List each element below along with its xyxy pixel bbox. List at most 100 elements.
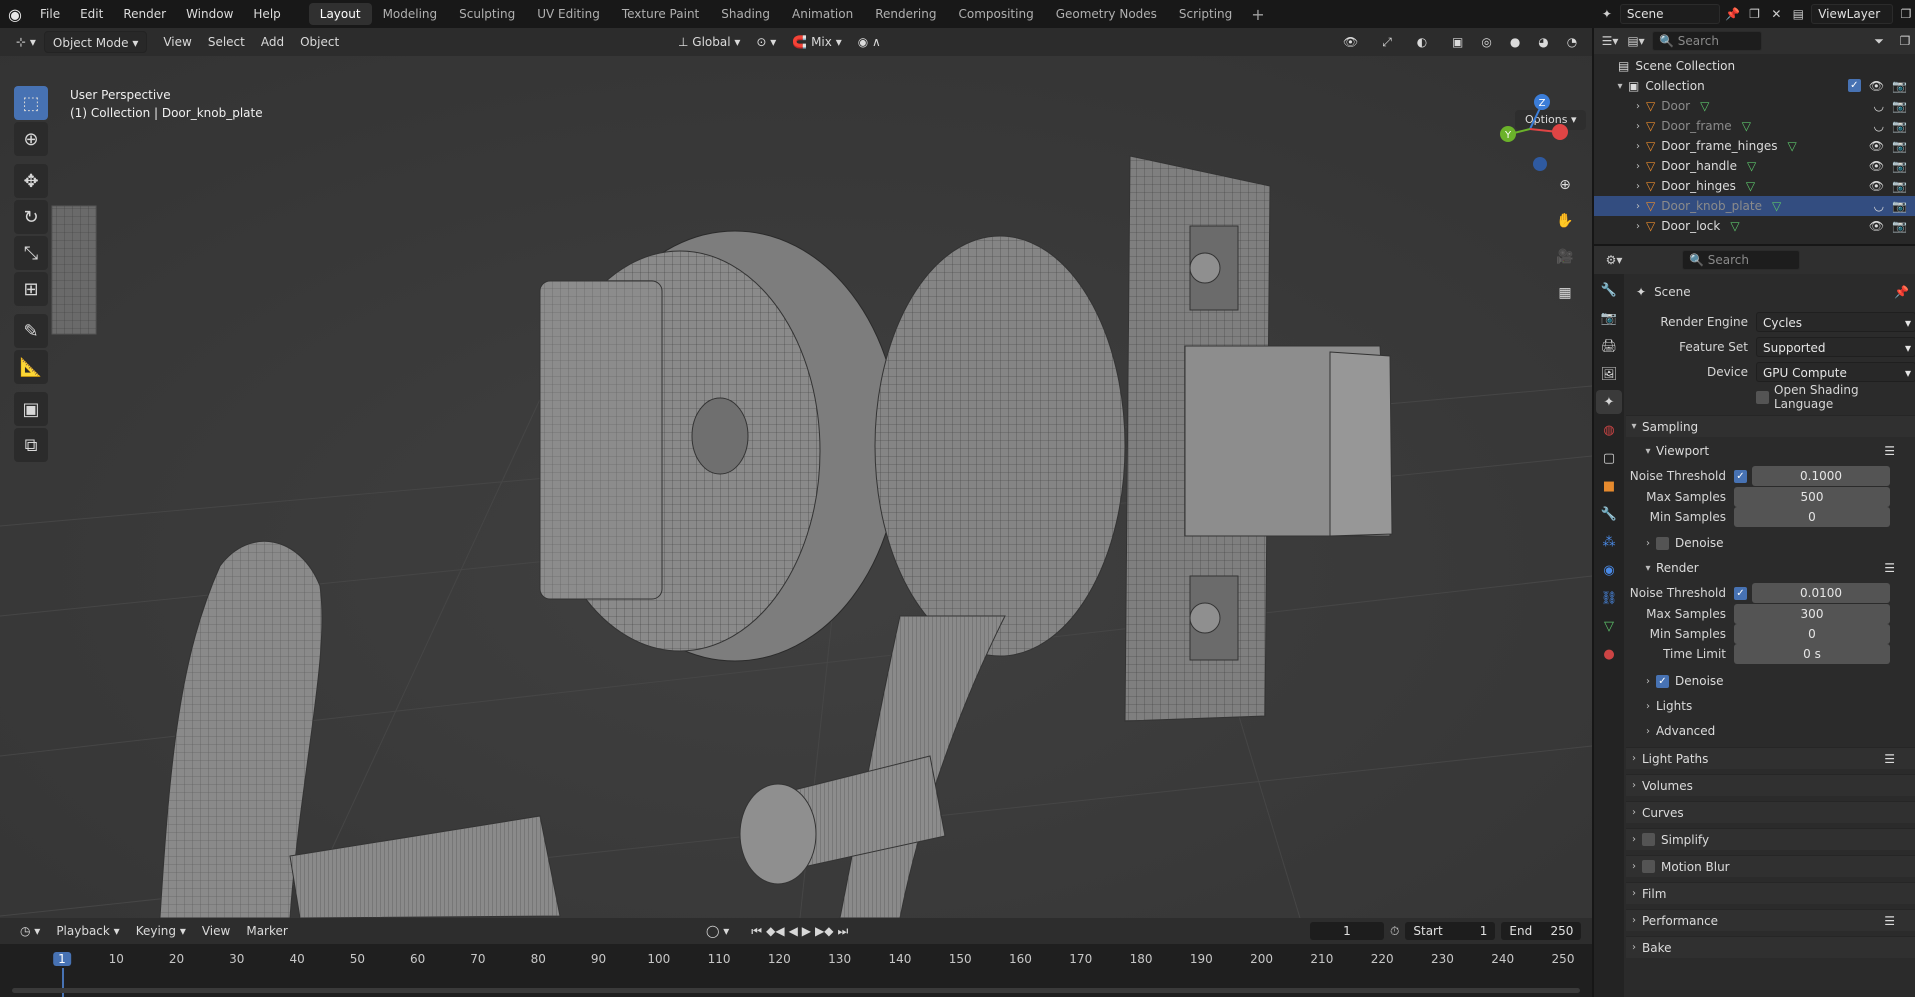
lights-subpanel[interactable]: › Lights [1626,695,1915,717]
time-limit-field[interactable]: 0 s [1734,644,1890,664]
camera-icon[interactable]: 📷 [1892,219,1907,233]
render-presets-icon[interactable]: ☰ [1884,561,1895,575]
collection-tab-icon[interactable]: ▢ [1596,446,1622,470]
particles-tab-icon[interactable]: ⁂ [1596,530,1622,554]
shading-rendered-icon[interactable]: ◔ ▾ [1559,31,1592,71]
object-tab-icon[interactable]: ■ [1596,474,1622,498]
material-tab-icon[interactable]: ● [1596,642,1622,666]
eye-closed-icon[interactable]: ◡ [1874,199,1884,213]
new-scene-icon[interactable]: ❐ [1746,4,1764,24]
menu-file[interactable]: File [30,0,70,28]
menu-marker[interactable]: Marker [238,920,295,942]
outliner-object-row[interactable]: › ▽ Door_frame_hinges ▽ 👁 📷 [1594,136,1915,156]
current-frame-field[interactable]: 1 [1310,922,1384,940]
transform-icon[interactable]: ⊞ [14,272,48,306]
add-cube-icon[interactable]: ▣ [14,392,48,426]
eye-icon[interactable]: 👁 [1869,159,1884,173]
curves-panel[interactable]: › Curves [1626,801,1915,823]
properties-search-input[interactable]: 🔍 Search [1682,250,1800,270]
neg-z-axis-icon[interactable] [1533,157,1547,171]
tab-modeling[interactable]: Modeling [372,3,449,25]
properties-editor-icon[interactable]: ⚙▾ [1604,250,1624,270]
eye-closed-icon[interactable]: ◡ [1874,119,1884,133]
camera-icon[interactable]: 📷 [1892,199,1907,213]
viewlayer-field[interactable]: ViewLayer [1811,4,1894,24]
tab-uv-editing[interactable]: UV Editing [526,3,611,25]
tab-texture-paint[interactable]: Texture Paint [611,3,710,25]
render-tab-icon[interactable]: 📷 [1596,306,1622,330]
motion-blur-checkbox[interactable] [1642,860,1655,873]
performance-panel[interactable]: › Performance ☰ [1626,909,1915,931]
advanced-subpanel[interactable]: › Advanced [1626,720,1915,742]
render-engine-dropdown[interactable]: Cycles ▾ [1756,312,1915,332]
3d-viewport[interactable]: User Perspective (1) Collection | Door_k… [0,56,1592,918]
camera-icon[interactable]: 📷 [1892,139,1907,153]
render-noise-checkbox[interactable]: ✓ [1734,586,1747,600]
camera-icon[interactable]: 📷 [1892,79,1907,93]
object-expand-icon[interactable]: › [1630,201,1646,212]
simplify-panel[interactable]: › Simplify [1626,828,1915,850]
menu-view[interactable]: View [155,31,199,53]
shrink-fatten-icon[interactable]: ⧉ [14,428,48,462]
device-dropdown[interactable]: GPU Compute ▾ [1756,362,1915,382]
volumes-panel[interactable]: › Volumes [1626,774,1915,796]
scale-icon[interactable]: ⤡ [14,236,48,270]
viewport-presets-icon[interactable]: ☰ [1884,444,1895,458]
filter-icon[interactable]: ⏷ [1869,31,1889,51]
outliner-search-input[interactable]: 🔍 Search [1652,31,1762,51]
tab-rendering[interactable]: Rendering [864,3,947,25]
pin-icon[interactable]: 📌 [1724,4,1742,24]
add-workspace-icon[interactable]: + [1243,5,1272,24]
scene-collection-row[interactable]: ▤ Scene Collection [1594,56,1915,76]
viewport-noise-checkbox[interactable]: ✓ [1734,469,1747,483]
overlay-toggle-icon[interactable]: ◐ ▾ [1409,31,1442,71]
tab-scripting[interactable]: Scripting [1168,3,1243,25]
camera-icon[interactable]: 📷 [1892,159,1907,173]
camera-icon[interactable]: 📷 [1892,119,1907,133]
world-tab-icon[interactable]: ◍ [1596,418,1622,442]
render-noise-field[interactable]: 0.0100 [1752,583,1890,603]
eye-icon[interactable]: 👁 [1869,179,1884,193]
osl-checkbox[interactable] [1756,390,1769,404]
mode-dropdown[interactable]: Object Mode ▾ [43,31,148,53]
xray-icon[interactable]: ▣ [1444,31,1471,53]
tab-layout[interactable]: Layout [308,3,372,25]
shading-wireframe-icon[interactable]: ◎ [1473,31,1499,53]
start-frame-field[interactable]: Start 1 [1405,922,1496,940]
measure-icon[interactable]: 📐 [14,350,48,384]
rotate-icon[interactable]: ↻ [14,200,48,234]
object-expand-icon[interactable]: › [1630,181,1646,192]
perspective-grid-icon[interactable]: ▦ [1552,280,1578,306]
outliner-object-row[interactable]: › ▽ Door ▽ ◡ 📷 [1594,96,1915,116]
annotate-icon[interactable]: ✎ [14,314,48,348]
timeline-ruler[interactable]: 1 10 20 30 40 50 60 70 80 90 100 110 120 130 140 150 160… [0,944,1592,997]
light-paths-presets-icon[interactable]: ☰ [1884,752,1895,766]
next-keyframe-icon[interactable]: ▶◆ [815,924,833,938]
jump-start-icon[interactable]: ⏮ [751,924,762,939]
object-expand-icon[interactable]: › [1630,221,1646,232]
tab-geometry-nodes[interactable]: Geometry Nodes [1045,3,1168,25]
outliner-object-row[interactable]: › ▽ Door_knob_plate ▽ ◡ 📷 [1594,196,1915,216]
object-expand-icon[interactable]: › [1630,121,1646,132]
view-layer-tab-icon[interactable]: 🖼 [1596,362,1622,386]
timeline-scrollbar[interactable] [12,988,1580,993]
shading-material-icon[interactable]: ◕ [1530,31,1556,53]
outliner-object-row[interactable]: › ▽ Door_lock ▽ 👁 📷 [1594,216,1915,236]
menu-object[interactable]: Object [292,31,347,53]
outliner-object-row[interactable]: › ▽ Door_handle ▽ 👁 📷 [1594,156,1915,176]
transform-orientation-dropdown[interactable]: ⊥ Global ▾ [670,31,748,53]
tab-shading[interactable]: Shading [710,3,781,25]
viewport-min-field[interactable]: 0 [1734,507,1890,527]
feature-set-dropdown[interactable]: Supported ▾ [1756,337,1915,357]
pin-context-icon[interactable]: 📌 [1894,285,1909,299]
render-max-field[interactable]: 300 [1734,604,1890,624]
jump-end-icon[interactable]: ⏭ [838,924,849,939]
viewport-max-field[interactable]: 500 [1734,487,1890,507]
x-axis-icon[interactable] [1552,124,1568,140]
tab-sculpting[interactable]: Sculpting [448,3,526,25]
menu-help[interactable]: Help [243,0,290,28]
modifier-tab-icon[interactable]: 🔧 [1596,502,1622,526]
collection-expand-icon[interactable]: ▾ [1612,81,1628,92]
output-tab-icon[interactable]: 🖨 [1596,334,1622,358]
camera-view-icon[interactable]: 🎥 [1552,244,1578,270]
